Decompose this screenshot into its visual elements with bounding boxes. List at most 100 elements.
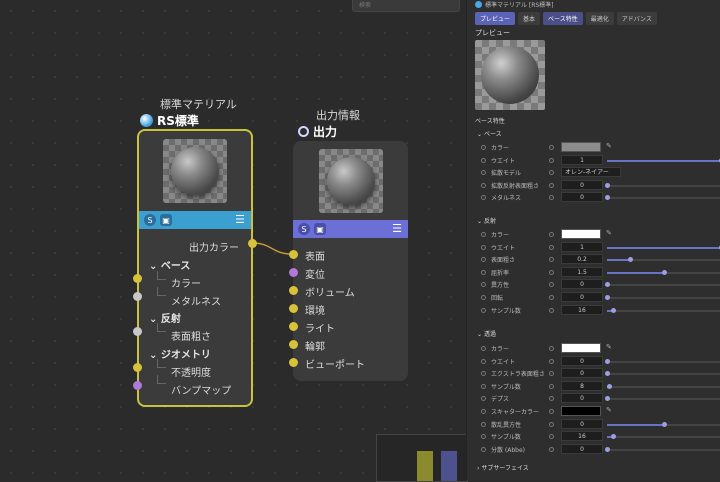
keyframe-icon[interactable]	[549, 282, 554, 288]
param-field[interactable]: 1	[561, 154, 603, 165]
keyframe-icon[interactable]	[549, 409, 554, 414]
keyframe-icon[interactable]	[481, 371, 486, 377]
tab-preview[interactable]: プレビュー	[475, 12, 516, 25]
tab-optimize[interactable]: 最適化	[585, 12, 614, 25]
param-field[interactable]: 0.2	[561, 254, 603, 265]
keyframe-icon[interactable]	[549, 446, 554, 452]
param-slider[interactable]	[607, 421, 720, 427]
port-environment-input[interactable]	[289, 304, 298, 313]
eyedropper-icon[interactable]: ✎	[606, 142, 612, 150]
param-slider[interactable]	[605, 371, 720, 377]
keyframe-icon[interactable]	[549, 346, 554, 351]
node-editor-canvas[interactable]: 検索 標準マテリアル RS標準 S ▣ ☰ 出力カラー ⌄ ベース カラー メタ…	[0, 0, 468, 482]
port-bump-input[interactable]	[133, 381, 142, 390]
tab-advanced[interactable]: アドバンス	[616, 12, 657, 25]
keyframe-icon[interactable]	[481, 358, 486, 364]
keyframe-icon[interactable]	[549, 434, 554, 440]
group-reflection[interactable]: ⌄ 反射	[477, 216, 496, 225]
keyframe-icon[interactable]	[481, 282, 486, 288]
menu-icon[interactable]: ☰	[235, 214, 245, 225]
keyframe-icon[interactable]	[481, 434, 486, 440]
eyedropper-icon[interactable]: ✎	[606, 343, 612, 351]
keyframe-icon[interactable]	[481, 346, 486, 351]
keyframe-icon[interactable]	[549, 232, 554, 237]
param-field[interactable]: 0	[561, 393, 603, 404]
keyframe-icon[interactable]	[549, 182, 554, 188]
eyedropper-icon[interactable]: ✎	[606, 406, 612, 414]
port-color-input[interactable]	[133, 274, 142, 283]
keyframe-icon[interactable]	[549, 195, 554, 201]
keyframe-icon[interactable]	[481, 257, 486, 263]
image-icon[interactable]: ▣	[314, 223, 326, 235]
keyframe-icon[interactable]	[549, 358, 554, 364]
port-metalness-input[interactable]	[133, 292, 142, 301]
menu-icon[interactable]: ☰	[392, 223, 402, 234]
param-field[interactable]: 0	[561, 192, 603, 203]
port-volume-input[interactable]	[289, 286, 298, 295]
keyframe-icon[interactable]	[481, 195, 486, 201]
port-contour-input[interactable]	[289, 340, 298, 349]
param-field[interactable]: 1	[561, 241, 603, 252]
port-surface-input[interactable]	[289, 250, 298, 259]
param-slider[interactable]	[605, 182, 720, 188]
keyframe-icon[interactable]	[549, 383, 554, 389]
group-transmission[interactable]: ⌄ 透過	[477, 329, 496, 338]
color-swatch[interactable]	[561, 142, 601, 152]
param-field[interactable]: 0	[561, 279, 603, 290]
keyframe-icon[interactable]	[481, 232, 486, 237]
node-standard-material[interactable]: S ▣ ☰ 出力カラー ⌄ ベース カラー メタルネス ⌄ 反射 表面粗さ ⌄ …	[137, 129, 253, 407]
param-field[interactable]: 8	[561, 380, 603, 391]
param-slider[interactable]	[605, 195, 720, 201]
param-field[interactable]: 0	[561, 418, 603, 429]
keyframe-icon[interactable]	[549, 257, 554, 263]
keyframe-icon[interactable]	[549, 244, 554, 250]
keyframe-icon[interactable]	[481, 307, 486, 313]
param-field[interactable]: 16	[561, 431, 603, 442]
keyframe-icon[interactable]	[481, 383, 486, 389]
image-icon[interactable]: ▣	[160, 214, 172, 226]
keyframe-icon[interactable]	[481, 269, 486, 275]
param-slider[interactable]	[607, 269, 720, 275]
color-swatch[interactable]	[561, 406, 601, 416]
keyframe-icon[interactable]	[481, 396, 486, 402]
param-slider[interactable]	[605, 358, 720, 364]
param-slider[interactable]	[607, 157, 720, 163]
param-slider[interactable]	[605, 282, 720, 288]
keyframe-icon[interactable]	[481, 409, 486, 414]
keyframe-icon[interactable]	[549, 145, 554, 150]
param-slider[interactable]	[607, 434, 720, 440]
minimap[interactable]	[376, 434, 468, 482]
color-swatch[interactable]	[561, 229, 601, 239]
keyframe-icon[interactable]	[481, 295, 486, 300]
keyframe-icon[interactable]	[549, 421, 554, 427]
link-icon[interactable]: S	[298, 223, 310, 235]
keyframe-icon[interactable]	[549, 307, 554, 313]
section-base[interactable]: ⌄ ベース	[149, 257, 190, 272]
param-field[interactable]: 16	[561, 304, 603, 315]
port-opacity-input[interactable]	[133, 363, 142, 372]
param-slider[interactable]	[605, 446, 720, 452]
port-light-input[interactable]	[289, 322, 298, 331]
keyframe-icon[interactable]	[549, 269, 554, 275]
param-field[interactable]: 0	[561, 443, 603, 454]
param-field[interactable]: 0	[561, 179, 603, 190]
port-viewport-input[interactable]	[289, 358, 298, 367]
param-slider[interactable]	[607, 383, 720, 389]
keyframe-icon[interactable]	[549, 170, 554, 176]
eyedropper-icon[interactable]: ✎	[606, 229, 612, 237]
param-field[interactable]: 1.5	[561, 266, 603, 277]
keyframe-icon[interactable]	[481, 421, 486, 427]
port-output-color[interactable]	[248, 239, 257, 248]
param-slider[interactable]	[605, 396, 720, 402]
group-base[interactable]: ⌄ ベース	[477, 129, 502, 138]
keyframe-icon[interactable]	[549, 157, 554, 163]
param-slider[interactable]	[607, 244, 720, 250]
param-field[interactable]: 0	[561, 292, 603, 302]
color-swatch[interactable]	[561, 343, 601, 353]
keyframe-icon[interactable]	[549, 396, 554, 402]
keyframe-icon[interactable]	[481, 145, 486, 150]
param-slider[interactable]	[605, 295, 720, 300]
param-slider[interactable]	[607, 307, 720, 313]
keyframe-icon[interactable]	[481, 182, 486, 188]
keyframe-icon[interactable]	[549, 371, 554, 377]
